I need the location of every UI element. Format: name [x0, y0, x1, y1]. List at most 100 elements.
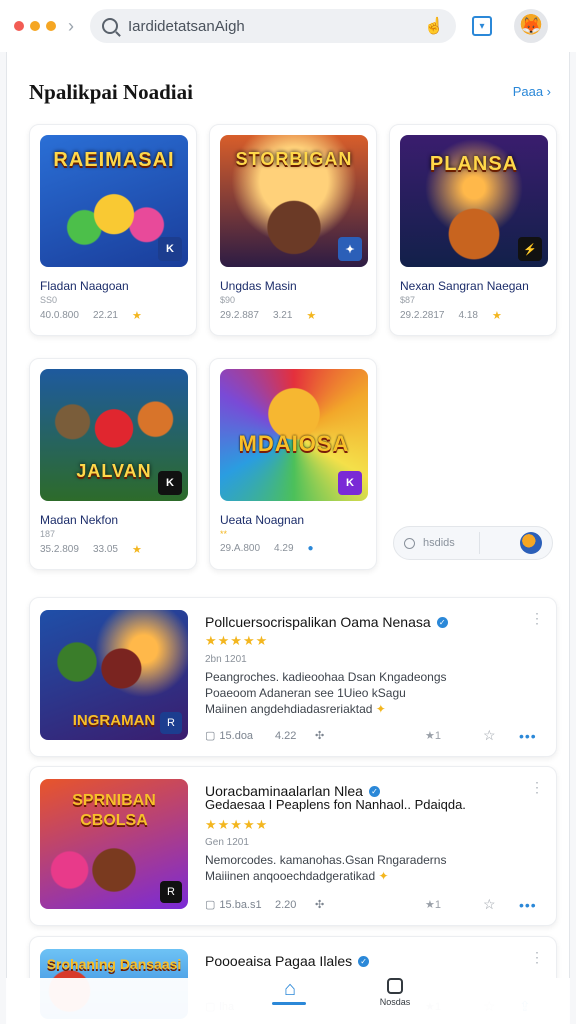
messages-label: Nosdas [379, 997, 411, 1007]
verified-icon: ✓ [436, 616, 448, 628]
kebab-menu-icon[interactable]: ⋮ [530, 949, 544, 966]
description-line: Maiinen angdehdiadasreriaktad ✦ [205, 702, 386, 716]
publisher-logo-icon: ⚡ [518, 237, 542, 261]
game-thumbnail: INGRAMAN R [40, 610, 188, 740]
download-count: 40.0.800 [40, 310, 79, 321]
bottom-navigation: ⌂ Nosdas [6, 978, 570, 1024]
search-bar[interactable]: ☝ [90, 9, 456, 43]
game-art-title: STORBIGAN [235, 149, 353, 169]
puzzle-icon: ✣ [315, 730, 325, 742]
rating-value: 4.29 [274, 543, 294, 554]
search-input[interactable] [128, 17, 425, 35]
game-thumbnail: STORBIGAN ✦ [220, 135, 368, 267]
release-date: 2bn 1201 [205, 654, 247, 665]
hand-icon[interactable]: ☝ [424, 16, 444, 36]
description-line: Maiiinen anqooechdadgeratikad ✦ [205, 869, 389, 883]
rating-value: 4.18 [458, 310, 478, 321]
more-options-button[interactable]: ••• [519, 897, 537, 913]
game-name: Ueata Noagnan [220, 513, 305, 527]
game-card[interactable]: MDAIOSA K Ueata Noagnan ** 29.A.800 4.29… [209, 358, 377, 570]
rating-count: ★1 [425, 899, 441, 911]
game-price: $87 [400, 295, 416, 305]
avatar[interactable]: 🦊 [514, 9, 548, 43]
version-number: 4.22 [275, 729, 297, 742]
more-options-button[interactable]: ••• [519, 728, 537, 744]
version-number: 2.20 [275, 898, 297, 911]
kebab-menu-icon[interactable]: ⋮ [530, 779, 544, 796]
star-icon: ★ [306, 310, 317, 322]
publisher-logo-icon: R [160, 881, 182, 903]
description-line-text: Maiiinen anqooechdadgeratikad [205, 869, 376, 883]
game-card[interactable]: STORBIGAN ✦ Ungdas Masin $90 29.2.887 3.… [209, 124, 377, 336]
file-icon: ▢ [205, 899, 216, 911]
active-tab-indicator [272, 1002, 306, 1005]
description-line: Nemorcodes. kamanohas.Gsan Rngaraderns [205, 853, 447, 867]
game-meta: 40.0.800 22.21 ★ [40, 309, 142, 322]
game-card[interactable]: PLANSA ⚡ Nexan Sangran Naegan $87 29.2.2… [389, 124, 557, 336]
file-size: ▢ 15.doa [205, 729, 275, 743]
game-card[interactable]: JALVAN K Madan Nekfon 187 35.2.809 33.05… [29, 358, 197, 570]
game-subtitle: Gedaesaa I Peaplens fon Nanhaol.. Pdaiqd… [205, 797, 466, 812]
search-icon [102, 18, 118, 34]
file-size-text: 15.ba.s1 [219, 898, 262, 911]
game-card[interactable]: RAEIMASAI K Fladan Naagoan SS0 40.0.800 … [29, 124, 197, 336]
publisher-logo-icon: K [158, 237, 182, 261]
sparkle-icon: ✦ [375, 702, 386, 716]
game-price: 187 [40, 529, 56, 539]
game-thumbnail: PLANSA ⚡ [400, 135, 548, 267]
verified-icon: ✓ [368, 785, 380, 797]
file-icon: ▢ [205, 730, 216, 742]
browser-toolbar: › ☝ ▾ 🦊 [0, 0, 576, 52]
favorite-star-icon[interactable]: ☆ [483, 727, 519, 744]
game-list-item[interactable]: SPRNIBAN CBOLSA R Uoracbaminaalarlan Nle… [29, 766, 557, 926]
messages-icon [387, 978, 403, 994]
favorite-star-icon[interactable]: ☆ [483, 896, 519, 913]
file-size: ▢ 15.ba.s1 [205, 898, 275, 912]
divider [479, 532, 480, 554]
game-list-item[interactable]: INGRAMAN R Pollcuersocrispalikan Oama Ne… [29, 597, 557, 757]
game-title-text: Poooeaisa Pagaa Ilales [205, 953, 353, 969]
main-content: Npalikpai Noadiai Paaa › RAEIMASAI K Fla… [6, 52, 570, 1024]
sparkle-icon: ✦ [378, 869, 389, 883]
messages-tab[interactable]: Nosdas [372, 978, 418, 1007]
download-count: 35.2.809 [40, 544, 79, 555]
game-thumbnail: MDAIOSA K [220, 369, 368, 501]
game-title-text: Pollcuersocrispalikan Oama Nenasa [205, 614, 431, 630]
game-meta: 35.2.809 33.05 ★ [40, 543, 142, 556]
game-name: Nexan Sangran Naegan [400, 279, 529, 293]
game-thumbnail: JALVAN K [40, 369, 188, 501]
section-title: Npalikpai Noadiai [29, 80, 193, 104]
verified-icon: ✓ [358, 955, 370, 967]
game-art-title: Srohaning Dansaasi [46, 956, 182, 972]
publisher-logo-icon: K [338, 471, 362, 495]
description-line: Peangroches. kadieoohaa Dsan Kngadeongs [205, 670, 447, 684]
download-count: 29.2.2817 [400, 310, 445, 321]
game-meta: 29.A.800 4.29 ● [220, 543, 314, 554]
search-icon [404, 537, 415, 549]
game-art-title: SPRNIBAN CBOLSA [72, 792, 156, 829]
close-window-button[interactable] [14, 21, 24, 31]
mini-search-bar[interactable]: hsdids [393, 526, 553, 560]
window-icon[interactable]: ▾ [472, 16, 492, 36]
game-price: SS0 [40, 295, 58, 305]
game-meta: 29.2.887 3.21 ★ [220, 309, 316, 322]
minimize-window-button[interactable] [30, 21, 40, 31]
release-date: Gen 1201 [205, 837, 249, 848]
publisher-logo-icon: ✦ [338, 237, 362, 261]
see-all-link[interactable]: Paaa › [513, 84, 551, 99]
rating-stars: ★★★★★ [205, 817, 269, 832]
mini-search-label: hsdids [423, 537, 455, 549]
game-title: Pollcuersocrispalikan Oama Nenasa ✓ [205, 614, 448, 630]
rating-count: ★1 [425, 730, 441, 742]
chevron-right-icon[interactable]: › [68, 16, 74, 37]
game-thumbnail: SPRNIBAN CBOLSA R [40, 779, 188, 909]
game-name: Madan Nekfon [40, 513, 119, 527]
maximize-window-button[interactable] [46, 21, 56, 31]
game-title: Poooeaisa Pagaa Ilales ✓ [205, 953, 370, 969]
game-meta: 29.2.2817 4.18 ★ [400, 309, 502, 322]
file-size-text: 15.doa [219, 729, 254, 742]
globe-icon[interactable] [520, 532, 542, 554]
kebab-menu-icon[interactable]: ⋮ [530, 610, 544, 627]
game-art-title: RAEIMASAI [53, 149, 175, 171]
description-line-text: Maiinen angdehdiadasreriaktad [205, 702, 373, 716]
